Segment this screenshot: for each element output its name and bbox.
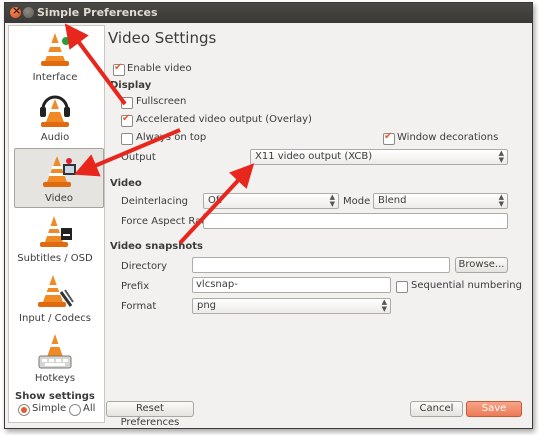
sidebar-item-label: Subtitles / OSD xyxy=(17,253,93,264)
preferences-window: Simple Preferences Interface Audio xyxy=(4,2,533,429)
directory-label: Directory xyxy=(121,261,168,272)
prefix-label: Prefix xyxy=(121,281,150,292)
vlc-cone-icon xyxy=(41,33,70,66)
enable-video-checkbox[interactable] xyxy=(113,62,125,76)
output-select-value: X11 video output (XCB) xyxy=(255,151,373,162)
deinterlacing-select[interactable]: Off ▲ ▼ xyxy=(203,193,339,209)
directory-input[interactable] xyxy=(192,257,450,273)
spin-arrows-icon: ▲ ▼ xyxy=(381,298,387,313)
always-on-top-label: Always on top xyxy=(136,132,207,143)
vlc-headphones-icon xyxy=(40,95,70,127)
mode-label: Mode xyxy=(343,196,371,207)
sidebar-item-subtitles[interactable]: Subtitles / OSD xyxy=(11,209,99,267)
output-select[interactable]: X11 video output (XCB) ▲ ▼ xyxy=(250,149,508,165)
deinterlacing-label: Deinterlacing xyxy=(121,196,189,207)
sidebar-item-label: Interface xyxy=(32,72,78,83)
show-settings-label: Show settings xyxy=(15,391,95,402)
window-decorations-label: Window decorations xyxy=(397,132,499,143)
sidebar-item-label: Audio xyxy=(40,132,70,143)
vlc-subtitles-icon xyxy=(40,216,72,247)
cancel-button[interactable]: Cancel xyxy=(410,401,463,417)
sequential-numbering-checkbox[interactable] xyxy=(396,281,408,293)
aspect-ratio-input[interactable] xyxy=(203,213,508,229)
overlay-checkbox[interactable] xyxy=(121,113,133,127)
sidebar-item-interface[interactable]: Interface xyxy=(11,28,99,86)
vlc-hotkeys-icon xyxy=(38,334,72,369)
sequential-numbering-label: Sequential numbering xyxy=(411,280,522,291)
simple-radio[interactable] xyxy=(18,404,30,416)
format-label: Format xyxy=(121,301,157,312)
window-decorations-checkbox[interactable] xyxy=(383,131,395,145)
window-title: Simple Preferences xyxy=(37,6,158,19)
prefix-input[interactable]: vlcsnap- xyxy=(192,277,391,293)
spin-arrows-icon: ▲ ▼ xyxy=(329,193,335,208)
sidebar-item-label: Hotkeys xyxy=(34,373,76,384)
mode-select[interactable]: Blend ▲ ▼ xyxy=(373,193,508,209)
sidebar-item-audio[interactable]: Audio xyxy=(11,88,99,146)
vlc-codecs-icon xyxy=(38,275,74,307)
output-label: Output xyxy=(121,152,156,163)
minimize-window-icon[interactable] xyxy=(23,7,34,18)
fullscreen-checkbox[interactable] xyxy=(121,97,133,109)
all-radio-label: All xyxy=(83,403,96,414)
format-select-value: png xyxy=(197,300,217,311)
sidebar-item-label: Input / Codecs xyxy=(19,313,91,324)
format-select[interactable]: png ▲ ▼ xyxy=(192,298,391,314)
title-bar: Simple Preferences xyxy=(5,3,532,23)
aspect-ratio-label: Force Aspect Ratio xyxy=(121,216,215,227)
spin-arrows-icon: ▲ ▼ xyxy=(498,149,504,164)
browse-button[interactable]: Browse... xyxy=(455,257,508,273)
simple-radio-label: Simple xyxy=(32,403,67,414)
snapshots-group-label: Video snapshots xyxy=(110,241,203,252)
deinterlacing-select-value: Off xyxy=(208,195,223,206)
sidebar-item-label: Video xyxy=(44,193,74,204)
fullscreen-label: Fullscreen xyxy=(136,96,187,107)
video-group-label: Video xyxy=(110,178,142,189)
mode-select-value: Blend xyxy=(378,195,407,206)
save-button[interactable]: Save xyxy=(466,401,522,417)
prefix-value: vlcsnap- xyxy=(196,279,238,290)
always-on-top-checkbox[interactable] xyxy=(121,133,133,145)
all-radio[interactable] xyxy=(69,404,81,416)
close-window-icon[interactable] xyxy=(10,4,21,18)
sidebar-item-hotkeys[interactable]: Hotkeys xyxy=(11,329,99,387)
spin-arrows-icon: ▲ ▼ xyxy=(498,193,504,208)
display-group-label: Display xyxy=(110,80,152,91)
category-sidebar: Interface Audio Video Subtitles / OSD In… xyxy=(8,25,105,423)
reset-preferences-button[interactable]: Reset Preferences xyxy=(106,401,194,428)
overlay-label: Accelerated video output (Overlay) xyxy=(136,114,312,125)
vlc-video-icon xyxy=(43,156,76,187)
sidebar-item-input-codecs[interactable]: Input / Codecs xyxy=(11,269,99,327)
page-title: Video Settings xyxy=(108,29,217,47)
sidebar-item-video[interactable]: Video xyxy=(14,148,104,208)
enable-video-label: Enable video xyxy=(127,63,192,74)
